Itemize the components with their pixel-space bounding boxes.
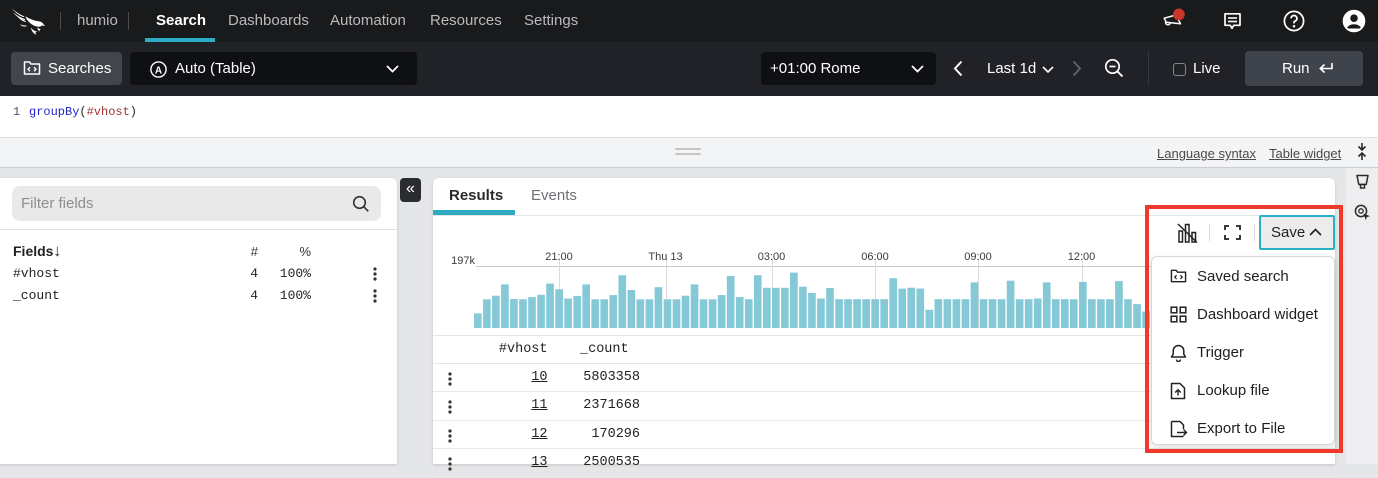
svg-text:A: A [155,65,162,76]
